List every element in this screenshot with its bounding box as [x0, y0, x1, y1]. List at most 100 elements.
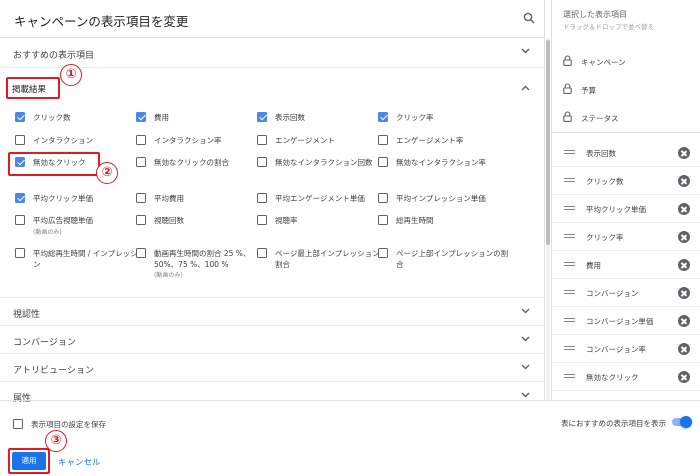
metric-label: インタラクション	[33, 136, 93, 145]
metric-checkbox[interactable]	[136, 112, 146, 122]
section-conversion[interactable]: コンバージョン	[0, 326, 545, 354]
metric-checkbox[interactable]	[378, 193, 388, 203]
metric-checkbox[interactable]	[136, 157, 146, 167]
remove-icon[interactable]	[678, 259, 690, 271]
metric-sublabel: (動画のみ)	[154, 272, 183, 279]
remove-icon[interactable]	[678, 315, 690, 327]
selected-column-item[interactable]: 表示回数	[552, 139, 700, 167]
metric-label: 動画再生時間の割合 25 %、50%、75 %、100 %	[154, 249, 251, 269]
drag-handle-icon[interactable]	[564, 150, 575, 154]
lock-icon	[563, 55, 572, 66]
section-conversion-label: コンバージョン	[13, 338, 76, 348]
selected-column-item[interactable]: クリック数	[552, 167, 700, 195]
search-icon[interactable]	[523, 12, 535, 24]
apply-button[interactable]: 適用	[12, 452, 46, 470]
remove-icon[interactable]	[678, 147, 690, 159]
metric-label: ページ最上部インプレッションの割合	[275, 249, 388, 269]
selected-column-label: コンバージョン率	[586, 345, 646, 354]
selected-columns-panel: 選択した表示項目 ドラッグ＆ドロップで並べ替え キャンペーン 予算 ステータス 表示…	[551, 0, 700, 400]
metric-checkbox[interactable]	[257, 157, 267, 167]
annotation-box-invalid-click	[8, 152, 100, 176]
selected-column-item[interactable]: 費用	[552, 251, 700, 279]
metric-label: 表示回数	[275, 113, 305, 122]
selected-column-item[interactable]: コンバージョン率	[552, 335, 700, 363]
metric-checkbox[interactable]	[15, 193, 25, 203]
selected-columns-subtitle: ドラッグ＆ドロップで並べ替え	[563, 23, 654, 31]
remove-icon[interactable]	[678, 343, 690, 355]
metric-checkbox[interactable]	[136, 135, 146, 145]
metric-label: 平均総再生時間 / インプレッション	[33, 249, 146, 269]
cancel-button[interactable]: キャンセル	[58, 456, 101, 468]
remove-icon[interactable]	[678, 203, 690, 215]
annotation-marker-3: ③	[45, 430, 67, 452]
metric-label: エンゲージメント	[275, 136, 335, 145]
metric-label: 視聴回数	[154, 216, 184, 225]
section-attribution[interactable]: アトリビューション	[0, 354, 545, 382]
dialog-header: キャンペーンの表示項目を変更	[0, 0, 545, 38]
chevron-up-icon[interactable]	[521, 85, 530, 91]
selected-column-label: 平均クリック単価	[586, 205, 646, 214]
metric-checkbox[interactable]	[15, 135, 25, 145]
divider	[552, 132, 700, 133]
selected-column-item[interactable]: コンバージョン単価	[552, 307, 700, 335]
drag-handle-icon[interactable]	[564, 346, 575, 350]
metric-checkbox[interactable]	[136, 248, 146, 258]
metric-checkbox[interactable]	[257, 135, 267, 145]
selected-column-item[interactable]: クリック率	[552, 223, 700, 251]
section-published-label[interactable]: 掲載結果	[12, 83, 46, 95]
selected-column-label: 表示回数	[586, 149, 616, 158]
section-attributes[interactable]: 属性	[0, 382, 545, 404]
metric-checkbox[interactable]	[378, 157, 388, 167]
selected-column-label: コンバージョン	[586, 289, 639, 298]
selected-column-item[interactable]: コンバージョン	[552, 279, 700, 307]
checkbox[interactable]	[13, 419, 23, 429]
metric-label: 平均インプレッション単価	[396, 194, 486, 203]
drag-handle-icon[interactable]	[564, 290, 575, 294]
metric-checkbox[interactable]	[378, 248, 388, 258]
toggle-label: 表におすすめの表示項目を表示	[561, 419, 666, 428]
locked-column-label: キャンペーン	[581, 58, 626, 67]
metric-label: インタラクション率	[154, 136, 222, 145]
lock-icon	[563, 111, 572, 122]
remove-icon[interactable]	[678, 371, 690, 383]
scrollbar-thumb[interactable]	[546, 40, 550, 245]
metric-checkbox[interactable]	[15, 215, 25, 225]
metric-label: クリック率	[396, 113, 434, 122]
metric-checkbox[interactable]	[136, 193, 146, 203]
metric-label: 無効なインタラクション回数	[275, 158, 373, 167]
remove-icon[interactable]	[678, 231, 690, 243]
metric-checkbox[interactable]	[15, 112, 25, 122]
metric-checkbox[interactable]	[378, 215, 388, 225]
metric-label: 視聴率	[275, 216, 298, 225]
metric-label: ページ上部インプレッションの割合	[396, 249, 509, 269]
metric-checkbox[interactable]	[257, 248, 267, 258]
selected-column-item[interactable]: 無効なクリック	[552, 363, 700, 391]
selected-column-item[interactable]: 平均クリック単価	[552, 195, 700, 223]
toggle-knob	[680, 416, 692, 428]
metric-checkbox[interactable]	[257, 112, 267, 122]
metric-checkbox[interactable]	[257, 215, 267, 225]
chevron-down-icon	[521, 336, 530, 342]
chevron-down-icon	[521, 392, 530, 398]
drag-handle-icon[interactable]	[564, 234, 575, 238]
metric-checkbox[interactable]	[15, 248, 25, 258]
drag-handle-icon[interactable]	[564, 178, 575, 182]
metric-label: 無効なクリックの割合	[154, 158, 229, 167]
drag-handle-icon[interactable]	[564, 262, 575, 266]
metric-checkbox[interactable]	[378, 112, 388, 122]
metric-checkbox[interactable]	[136, 215, 146, 225]
remove-icon[interactable]	[678, 175, 690, 187]
drag-handle-icon[interactable]	[564, 318, 575, 322]
drag-handle-icon[interactable]	[564, 206, 575, 210]
locked-column-item: ステータス	[552, 104, 700, 132]
metric-checkbox[interactable]	[378, 135, 388, 145]
section-recommended[interactable]: おすすめの表示項目	[0, 38, 545, 68]
recommended-toggle[interactable]	[670, 416, 692, 428]
section-visibility-label: 視認性	[13, 310, 41, 320]
metric-checkbox[interactable]	[257, 193, 267, 203]
locked-column-label: 予算	[581, 86, 596, 95]
selected-column-label: コンバージョン単価	[586, 317, 654, 326]
remove-icon[interactable]	[678, 287, 690, 299]
drag-handle-icon[interactable]	[564, 374, 575, 378]
section-visibility[interactable]: 視認性	[0, 298, 545, 326]
